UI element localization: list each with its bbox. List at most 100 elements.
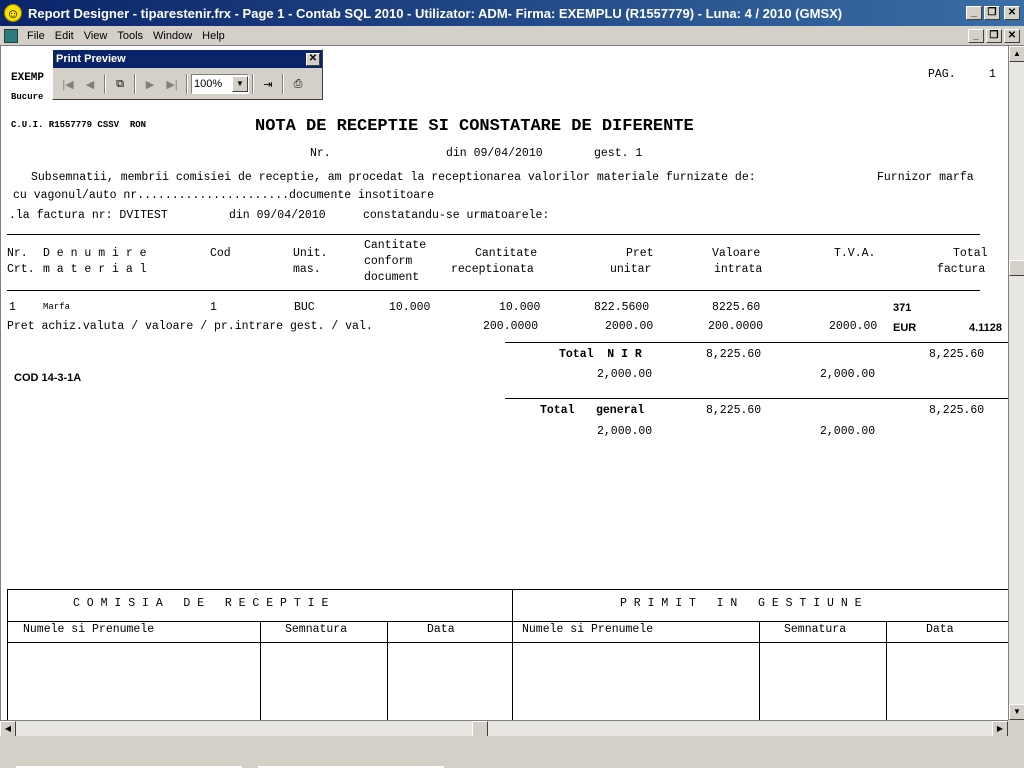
row-um: BUC xyxy=(294,301,315,314)
hdr-cod: Cod xyxy=(210,247,231,260)
header-top-rule xyxy=(7,234,980,235)
print-preview-close-button[interactable]: ✕ xyxy=(306,52,320,66)
hdr-unitar: unitar xyxy=(610,263,652,276)
hdr-total: Total xyxy=(953,247,988,260)
din-date: din 09/04/2010 xyxy=(446,147,543,160)
print-preview-titlebar[interactable]: Print Preview ✕ xyxy=(53,50,322,68)
row-cod: 1 xyxy=(210,301,217,314)
hdr-nr: Nr. xyxy=(7,247,28,260)
next-page-icon[interactable]: ▶ xyxy=(139,73,161,95)
close-button[interactable]: ✕ xyxy=(1004,6,1020,20)
report-page: EXEMP Bucure PAG. 1 C.U.I. R1557779 CSSV… xyxy=(0,46,1008,720)
first-page-icon[interactable]: |◀ xyxy=(57,73,79,95)
last-page-icon[interactable]: ▶| xyxy=(161,73,183,95)
row2-currency: EUR xyxy=(893,322,917,334)
hdr-denumire: D e n u m i r e xyxy=(43,247,147,260)
cui-label: C.U.I. R1557779 CSSV RON xyxy=(11,120,147,130)
row2-label: Pret achiz.valuta / valoare / pr.intrare… xyxy=(7,320,373,333)
hdr-material: m a t e r i a l xyxy=(43,263,147,276)
hdr-valoare: Valoare xyxy=(712,247,761,260)
scroll-right-icon[interactable]: ▶ xyxy=(992,721,1008,737)
menu-edit[interactable]: Edit xyxy=(50,30,79,42)
row2-v3: 200.0000 xyxy=(708,320,764,333)
scroll-left-icon[interactable]: ◀ xyxy=(0,721,16,737)
primit-data: Data xyxy=(926,623,954,636)
total-general-rule xyxy=(505,398,1008,399)
menu-tools[interactable]: Tools xyxy=(112,30,148,42)
document-icon[interactable] xyxy=(4,28,18,43)
page-label: PAG. xyxy=(928,68,956,81)
total-nir-factura: 8,225.60 xyxy=(929,348,985,361)
total-general-factura: 8,225.60 xyxy=(929,404,985,417)
sign-grid-top xyxy=(7,589,1008,590)
sign-grid-mid xyxy=(512,589,513,720)
zoom-select[interactable]: 100% ▼ xyxy=(191,74,249,94)
window-title: Report Designer - tiparestenir.frx - Pag… xyxy=(28,5,843,21)
comisia-heading: C O M I S I A D E R E C E P T I E xyxy=(73,597,329,610)
hdr-cant-rec-2: receptionata xyxy=(451,263,534,276)
doc-close-button[interactable]: ✕ xyxy=(1004,28,1020,43)
vertical-scrollbar[interactable]: ▲ ▼ xyxy=(1008,46,1024,720)
row-denumire: Marfa xyxy=(43,302,71,312)
hdr-factura: factura xyxy=(937,263,986,276)
exit-icon[interactable]: ⇥ xyxy=(257,73,279,95)
hdr-tva: T.V.A. xyxy=(834,247,876,260)
row2-rate: 4.1128 xyxy=(969,322,1003,334)
primit-semnatura: Semnatura xyxy=(784,623,847,636)
row-tva: 371 xyxy=(893,302,912,314)
row-nr: 1 xyxy=(9,301,16,314)
total-nir-sub2: 2,000.00 xyxy=(820,368,876,381)
row2-v4: 2000.00 xyxy=(829,320,878,333)
horizontal-scrollbar[interactable]: ◀ ▶ xyxy=(0,720,1008,737)
comisia-semnatura: Semnatura xyxy=(285,623,348,636)
doc-restore-button[interactable]: ❐ xyxy=(986,28,1002,43)
total-general-valoare: 8,225.60 xyxy=(706,404,762,417)
total-nir-valoare: 8,225.60 xyxy=(706,348,762,361)
chevron-down-icon[interactable]: ▼ xyxy=(232,76,248,92)
restore-button[interactable]: ❐ xyxy=(984,6,1000,20)
print-icon[interactable]: ⎙ xyxy=(287,73,309,95)
doc-minimize-button[interactable]: _ xyxy=(968,28,984,43)
sign-col-4 xyxy=(886,621,887,720)
hdr-pret: Pret xyxy=(626,247,654,260)
sign-grid-left xyxy=(7,589,8,720)
vertical-scroll-thumb[interactable] xyxy=(1009,260,1024,276)
title-bar: ☺ Report Designer - tiparestenir.frx - P… xyxy=(0,0,1024,26)
total-general-sub2: 2,000.00 xyxy=(820,425,876,438)
total-nir-label: Total N I R xyxy=(559,348,642,361)
page-number: 1 xyxy=(989,68,996,81)
minimize-button[interactable]: _ xyxy=(966,6,982,20)
scroll-down-icon[interactable]: ▼ xyxy=(1009,704,1024,720)
row2-v2: 2000.00 xyxy=(605,320,654,333)
hdr-crt: Crt. xyxy=(7,263,35,276)
prev-page-icon[interactable]: ◀ xyxy=(79,73,101,95)
sign-col-1 xyxy=(260,621,261,720)
total-general-label-1: Total xyxy=(540,404,575,417)
print-preview-toolbar[interactable]: Print Preview ✕ |◀ ◀ ⧉ ▶ ▶| 100% ▼ ⇥ ⎙ xyxy=(52,49,323,100)
print-preview-title: Print Preview xyxy=(56,53,126,65)
menu-window[interactable]: Window xyxy=(148,30,197,42)
header-bottom-rule xyxy=(7,290,980,291)
total-nir-rule xyxy=(505,342,1008,343)
menu-view[interactable]: View xyxy=(79,30,113,42)
menu-file[interactable]: File xyxy=(22,30,50,42)
hdr-cant-conform-2: conform xyxy=(364,255,413,268)
gest-label: gest. 1 xyxy=(594,147,643,160)
comisia-numele: Numele si Prenumele xyxy=(23,623,155,636)
furnizor-name: Furnizor marfa xyxy=(877,171,974,184)
row-cant-doc: 10.000 xyxy=(389,301,431,314)
horizontal-scroll-thumb[interactable] xyxy=(472,721,488,737)
total-nir-sub1: 2,000.00 xyxy=(597,368,653,381)
sign-grid-sub xyxy=(7,621,1008,622)
cod-form: COD 14-3-1A xyxy=(14,372,82,384)
sign-col-3 xyxy=(759,621,760,720)
scroll-corner xyxy=(1008,720,1024,736)
menu-bar: File Edit View Tools Window Help _ ❐ ✕ xyxy=(0,26,1024,46)
scroll-up-icon[interactable]: ▲ xyxy=(1009,46,1024,62)
total-general-sub1: 2,000.00 xyxy=(597,425,653,438)
hdr-cant-rec-1: Cantitate xyxy=(475,247,538,260)
hdr-intrata: intrata xyxy=(714,263,763,276)
sign-grid-header-bottom xyxy=(7,642,1008,643)
menu-help[interactable]: Help xyxy=(197,30,230,42)
multi-page-icon[interactable]: ⧉ xyxy=(109,73,131,95)
